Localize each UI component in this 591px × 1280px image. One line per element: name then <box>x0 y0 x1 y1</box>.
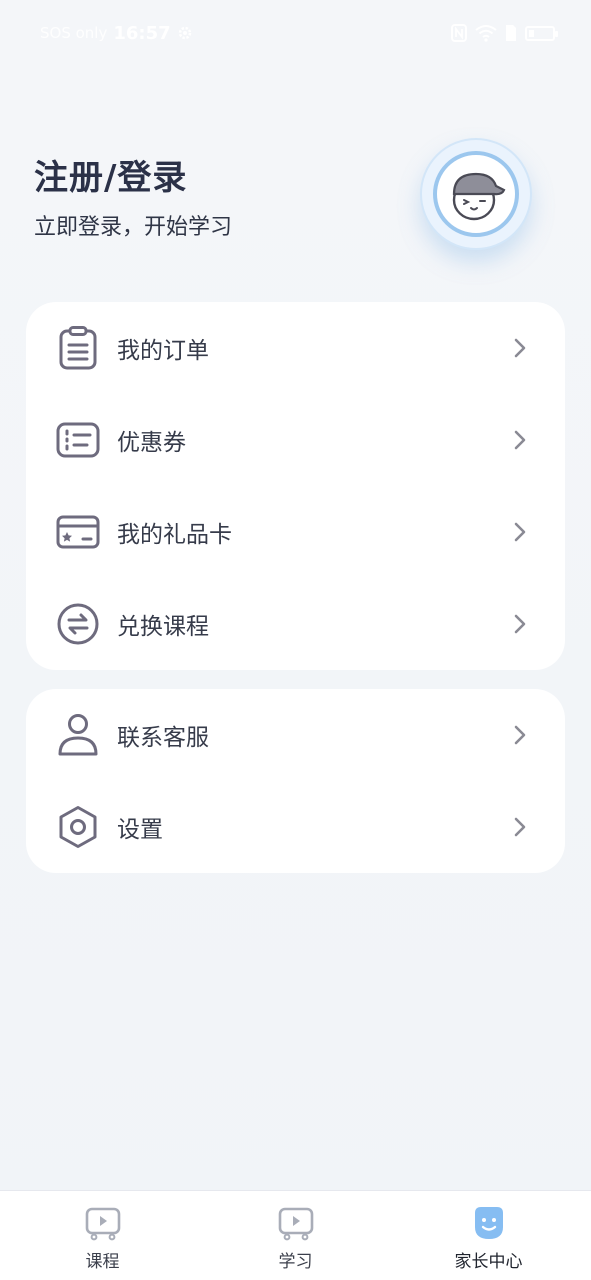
tab-label: 家长中心 <box>454 1252 523 1272</box>
menu-card-secondary: 联系客服 设置 <box>26 689 565 873</box>
carrier-text: SOS only <box>40 24 108 42</box>
menu-item-label: 兑换课程 <box>117 614 209 640</box>
status-bar: SOS only 16:57 <box>0 0 591 66</box>
screen: SOS only 16:57 注册/登录 立即登录，开始学习 我的订单 优惠券 … <box>0 0 591 1280</box>
menu-item-orders[interactable]: 我的订单 <box>26 302 565 394</box>
clipboard-icon <box>56 326 100 370</box>
menu-item-label: 联系客服 <box>117 725 209 751</box>
menu-item-redeem-course[interactable]: 兑换课程 <box>26 578 565 670</box>
settings-hexagon-icon <box>56 805 100 849</box>
tab-parent-center[interactable]: 家长中心 <box>390 1191 587 1280</box>
menu-item-customer-service[interactable]: 联系客服 <box>26 689 565 781</box>
menu-item-coupons[interactable]: 优惠券 <box>26 394 565 486</box>
nfc-icon <box>451 24 467 42</box>
menu-item-label: 优惠券 <box>117 430 186 456</box>
exchange-icon <box>56 602 100 646</box>
menu-card-primary: 我的订单 优惠券 我的礼品卡 兑换课程 <box>26 302 565 670</box>
avatar-face <box>433 151 519 237</box>
chevron-right-icon <box>514 614 526 634</box>
boy-cap-avatar-icon <box>452 172 506 221</box>
gear-icon <box>178 26 191 40</box>
tab-label: 学习 <box>278 1252 313 1272</box>
chevron-right-icon <box>514 430 526 450</box>
person-icon <box>56 713 100 757</box>
tab-label: 课程 <box>85 1252 120 1272</box>
tv-play-icon <box>278 1207 313 1241</box>
smiley-face-icon <box>474 1207 503 1239</box>
tv-play-icon <box>85 1207 120 1241</box>
avatar[interactable] <box>420 138 532 250</box>
wifi-icon <box>475 25 497 42</box>
menu-item-label: 设置 <box>117 817 163 843</box>
tab-courses[interactable]: 课程 <box>4 1191 201 1280</box>
chevron-right-icon <box>514 725 526 745</box>
menu-item-label: 我的礼品卡 <box>117 522 232 548</box>
chevron-right-icon <box>514 817 526 837</box>
login-header[interactable]: 注册/登录 立即登录，开始学习 <box>34 150 232 241</box>
login-title[interactable]: 注册/登录 <box>34 150 232 199</box>
bottom-nav: 课程 学习 家长中心 <box>0 1190 591 1280</box>
sim-icon <box>506 25 516 41</box>
menu-item-settings[interactable]: 设置 <box>26 781 565 873</box>
status-right <box>451 24 558 42</box>
clock-time: 16:57 <box>113 22 171 44</box>
menu-item-label: 我的订单 <box>117 338 209 364</box>
gift-card-icon <box>56 510 100 554</box>
chevron-right-icon <box>514 522 526 542</box>
status-left: SOS only 16:57 <box>40 23 193 44</box>
chevron-right-icon <box>514 338 526 358</box>
tab-learning[interactable]: 学习 <box>197 1191 394 1280</box>
menu-item-gift-cards[interactable]: 我的礼品卡 <box>26 486 565 578</box>
battery-icon <box>525 25 558 41</box>
coupon-icon <box>56 418 100 462</box>
login-subtitle: 立即登录，开始学习 <box>34 215 233 240</box>
